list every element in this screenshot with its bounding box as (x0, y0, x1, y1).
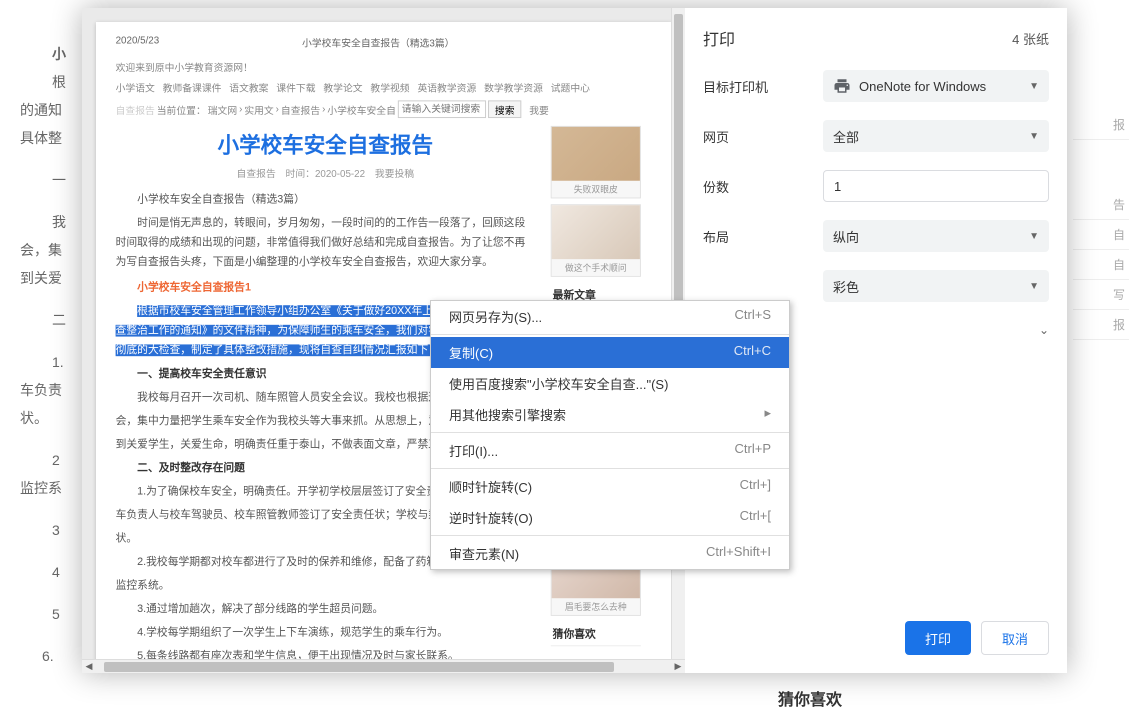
ctx-copy[interactable]: 复制(C)Ctrl+C (431, 337, 789, 368)
preview-h1: 小学校车安全自查报告 (116, 128, 535, 159)
sheet-count: 4 张纸 (1012, 29, 1049, 48)
layout-select[interactable]: 纵向▼ (823, 220, 1049, 252)
chevron-down-icon: ⌄ (1039, 323, 1049, 337)
chevron-right-icon: ▸ (764, 405, 771, 424)
print-button[interactable]: 打印 (905, 621, 971, 655)
ctx-save-as[interactable]: 网页另存为(S)...Ctrl+S (431, 301, 789, 332)
cancel-button[interactable]: 取消 (981, 621, 1049, 655)
color-select[interactable]: 彩色▼ (823, 270, 1049, 302)
preview-meta: 自查报告 时间：2020-05-22 我要投稿 (116, 165, 535, 180)
preview-nav: 小学语文教师备课课件语文教案课件下载教学论文教学视频英语教学资源数学教学资源试题… (116, 80, 641, 95)
panel-title: 打印 (703, 26, 735, 50)
preview-date: 2020/5/23 (116, 36, 160, 47)
ctx-print[interactable]: 打印(I)...Ctrl+P (431, 435, 789, 466)
scroll-left-icon[interactable]: ◀ (82, 660, 96, 674)
ctx-other-search[interactable]: 用其他搜索引擎搜索▸ (431, 399, 789, 430)
layout-label: 布局 (703, 227, 823, 246)
scroll-right-icon[interactable]: ▶ (671, 660, 685, 674)
preview-welcome: 欢迎来到原中小学教育资源网！ (116, 59, 641, 74)
ctx-baidu-search[interactable]: 使用百度搜索"小学校车安全自查..."(S) (431, 368, 789, 399)
pages-label: 网页 (703, 127, 823, 146)
chevron-down-icon: ▼ (1029, 231, 1039, 242)
destination-select[interactable]: OneNote for Windows ▼ (823, 70, 1049, 102)
chevron-down-icon: ▼ (1029, 131, 1039, 142)
preview-hscrollbar[interactable]: ◀ ▶ (82, 659, 685, 673)
copies-label: 份数 (703, 177, 823, 196)
preview-top-title: 小学校车安全自查报告（精选3篇） (116, 35, 641, 50)
dest-label: 目标打印机 (703, 77, 823, 96)
ctx-inspect[interactable]: 审查元素(N)Ctrl+Shift+I (431, 538, 789, 569)
preview-search-input (398, 100, 486, 118)
printer-icon (833, 77, 851, 95)
chevron-down-icon: ▼ (1029, 81, 1039, 92)
right-edge-clips: 报 告 自 自 写 报 (1073, 0, 1129, 692)
chevron-down-icon: ▼ (1029, 281, 1039, 292)
scroll-thumb[interactable] (104, 662, 614, 672)
preview-breadcrumb: 自查报告 当前位置： 瑞文网› 实用文› 自查报告› 小学校车安全自 搜索 我要 (116, 100, 641, 118)
copies-input[interactable] (823, 170, 1049, 202)
ctx-rotate-ccw[interactable]: 逆时针旋转(O)Ctrl+[ (431, 502, 789, 533)
pages-select[interactable]: 全部▼ (823, 120, 1049, 152)
context-menu: 网页另存为(S)...Ctrl+S 复制(C)Ctrl+C 使用百度搜索"小学校… (430, 300, 790, 570)
preview-search-btn: 搜索 (488, 100, 521, 118)
ctx-rotate-cw[interactable]: 顺时针旋转(C)Ctrl+] (431, 471, 789, 502)
